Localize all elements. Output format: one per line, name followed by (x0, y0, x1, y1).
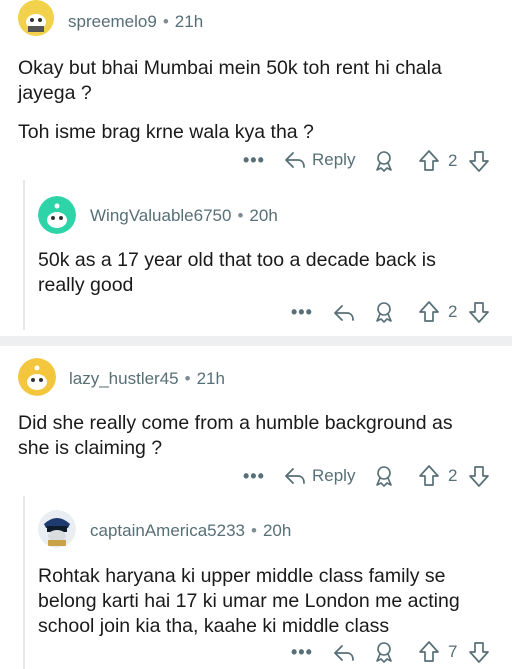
meta-separator: • (162, 12, 169, 31)
avatar[interactable] (38, 510, 76, 548)
comment-body: 50k as a 17 year old that too a decade b… (38, 248, 436, 298)
comment-body: Rohtak haryana ki upper middle class fam… (38, 564, 460, 639)
comment-author[interactable]: captainAmerica5233 • 20h (90, 521, 291, 541)
comment-line: belong karti hai 17 ki umar me London me… (38, 590, 460, 612)
username[interactable]: WingValuable6750 (90, 206, 231, 225)
reply-icon (284, 150, 306, 170)
avatar[interactable] (18, 0, 54, 36)
downvote-icon[interactable] (468, 464, 490, 488)
comment-author[interactable]: lazy_hustler45 • 21h (69, 369, 225, 389)
timestamp: 21h (196, 369, 225, 388)
reply-icon (284, 466, 306, 486)
vote-count: 2 (448, 151, 458, 170)
comment-line: Rohtak haryana ki upper middle class fam… (38, 565, 446, 587)
comment-body: Toh isme brag krne wala kya tha ? (18, 120, 314, 145)
comment-line: jayega ? (18, 82, 92, 104)
reply-label: Reply (312, 150, 356, 169)
meta-separator: • (237, 206, 244, 225)
vote-count: 2 (448, 302, 458, 321)
meta-separator: • (184, 369, 191, 388)
timestamp: 20h (249, 206, 278, 225)
award-icon[interactable] (372, 149, 396, 173)
more-options-button[interactable]: ••• (243, 150, 265, 171)
more-options-button[interactable]: ••• (243, 466, 265, 487)
downvote-icon[interactable] (468, 149, 490, 173)
reply-button[interactable]: Reply (284, 150, 355, 170)
reply-label: Reply (312, 466, 356, 485)
comment-line: Did she really come from a humble backgr… (18, 412, 453, 434)
thread-line[interactable] (23, 180, 25, 330)
award-icon[interactable] (372, 640, 396, 664)
upvote-icon[interactable] (418, 640, 440, 664)
comment-line: really good (38, 274, 134, 296)
award-icon[interactable] (372, 464, 396, 488)
comment-author[interactable]: WingValuable6750 • 20h (90, 206, 278, 226)
upvote-icon[interactable] (418, 300, 440, 324)
comment-line: school join kia tha, kaahe ki middle cla… (38, 615, 390, 637)
avatar[interactable] (38, 196, 76, 234)
reply-icon[interactable] (333, 643, 355, 663)
vote-count: 2 (448, 466, 458, 485)
reply-button[interactable]: Reply (284, 466, 355, 486)
comment-body: Did she really come from a humble backgr… (18, 411, 453, 461)
downvote-icon[interactable] (468, 300, 490, 324)
reply-icon[interactable] (333, 303, 355, 323)
more-options-button[interactable]: ••• (291, 642, 313, 663)
timestamp: 21h (174, 12, 204, 31)
thread-line[interactable] (23, 496, 25, 669)
avatar[interactable] (18, 358, 56, 396)
comment-line: 50k as a 17 year old that too a decade b… (38, 249, 436, 271)
upvote-icon[interactable] (418, 149, 440, 173)
comment-line: Okay but bhai Mumbai mein 50k toh rent h… (18, 57, 442, 79)
comment-line: Toh isme brag krne wala kya tha ? (18, 121, 314, 143)
vote-count: 7 (448, 642, 458, 661)
username[interactable]: lazy_hustler45 (69, 369, 179, 388)
timestamp: 20h (262, 521, 292, 540)
comment-body: Okay but bhai Mumbai mein 50k toh rent h… (18, 56, 442, 106)
more-options-button[interactable]: ••• (291, 302, 313, 323)
downvote-icon[interactable] (468, 640, 490, 664)
comment-author[interactable]: spreemelo9 • 21h (68, 12, 203, 32)
award-icon[interactable] (372, 300, 396, 324)
username[interactable]: captainAmerica5233 (90, 521, 245, 540)
upvote-icon[interactable] (418, 464, 440, 488)
comment-separator (0, 336, 512, 346)
meta-separator: • (250, 521, 257, 540)
comment-line: she is claiming ? (18, 437, 163, 459)
username[interactable]: spreemelo9 (68, 12, 157, 31)
